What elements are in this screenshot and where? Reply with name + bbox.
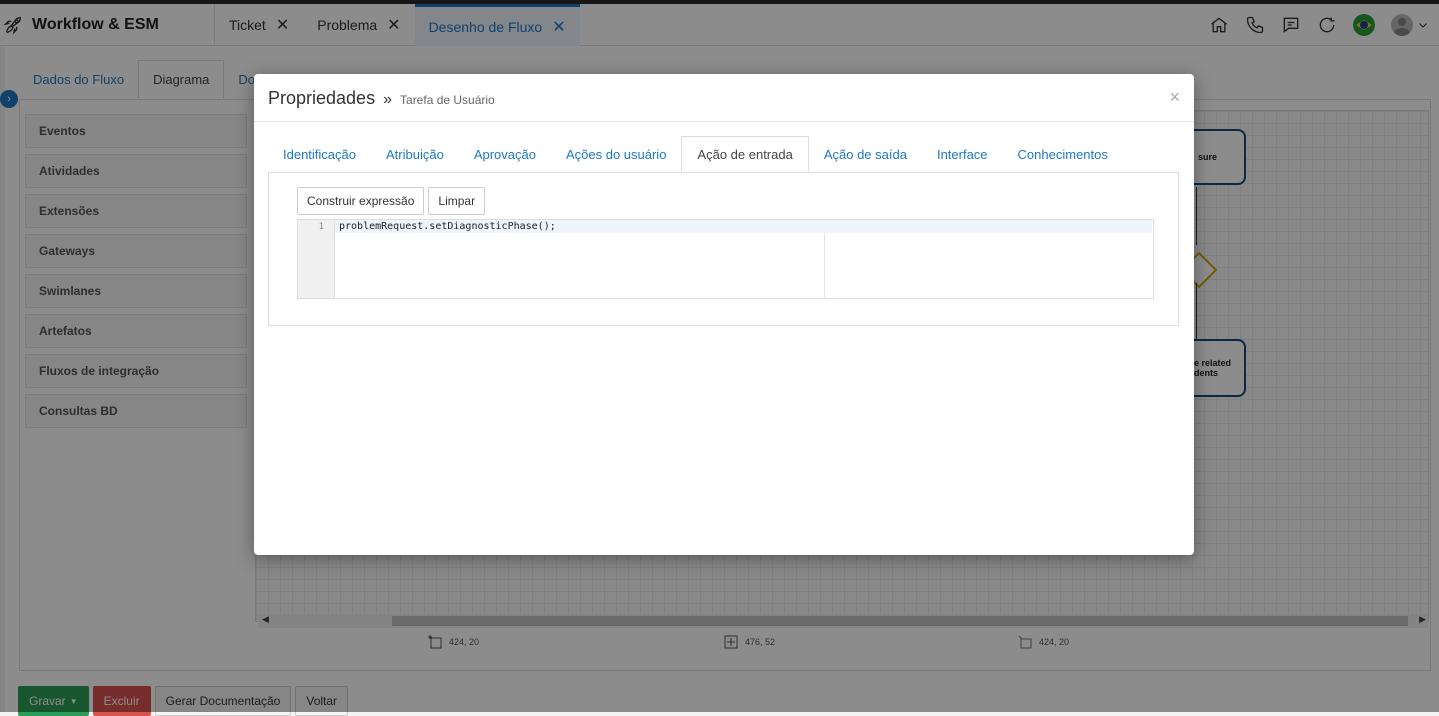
tab-acao-de-entrada[interactable]: Ação de entrada: [681, 136, 809, 172]
line-number: 1: [318, 222, 324, 232]
print-margin: [824, 233, 825, 298]
close-icon[interactable]: ×: [1169, 87, 1180, 108]
tab-acoes-do-usuario[interactable]: Ações do usuário: [551, 136, 681, 172]
breadcrumb-separator: »: [383, 91, 392, 108]
tab-panel: Construir expressão Limpar 1 problemRequ…: [268, 172, 1179, 326]
modal-tabs: Identificação Atribuição Aprovação Ações…: [268, 136, 1123, 173]
code-line[interactable]: problemRequest.setDiagnosticPhase();: [339, 221, 556, 232]
editor-toolbar: Construir expressão Limpar: [297, 187, 486, 215]
tab-acao-de-saida[interactable]: Ação de saída: [809, 136, 922, 172]
clear-button[interactable]: Limpar: [428, 187, 486, 215]
modal-subtitle: Tarefa de Usuário: [400, 93, 495, 107]
tab-aprovacao[interactable]: Aprovação: [459, 136, 551, 172]
tab-identificacao[interactable]: Identificação: [268, 136, 371, 172]
tab-interface[interactable]: Interface: [922, 136, 1003, 172]
properties-modal: Propriedades » Tarefa de Usuário × Ident…: [254, 74, 1194, 555]
modal-title: Propriedades » Tarefa de Usuário: [268, 88, 495, 109]
tab-conhecimentos[interactable]: Conhecimentos: [1003, 136, 1123, 172]
build-expression-button[interactable]: Construir expressão: [297, 187, 425, 215]
code-editor[interactable]: 1 problemRequest.setDiagnosticPhase();: [297, 219, 1154, 299]
line-gutter: 1: [298, 220, 335, 298]
modal-header: Propriedades » Tarefa de Usuário ×: [254, 74, 1194, 122]
modal-title-text: Propriedades: [268, 88, 376, 108]
tab-atribuicao[interactable]: Atribuição: [371, 136, 459, 172]
